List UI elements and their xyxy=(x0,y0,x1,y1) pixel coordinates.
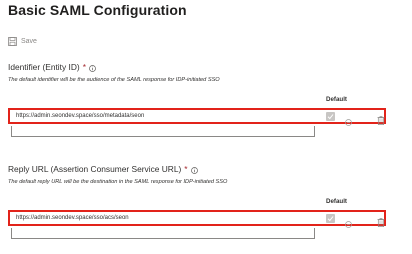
identifier-label-text: Identifier (Entity ID) xyxy=(8,62,80,72)
save-button[interactable]: Save xyxy=(8,37,37,46)
reply-url-label-text: Reply URL (Assertion Consumer Service UR… xyxy=(8,164,182,174)
identifier-default-checkbox[interactable] xyxy=(326,112,335,121)
reply-url-new-input[interactable] xyxy=(11,228,315,239)
identifier-description: The default identifier will be the audie… xyxy=(8,77,220,83)
reply-url-input[interactable]: https://admin.seondev.space/sso/acs/seon xyxy=(12,213,328,223)
identifier-label: Identifier (Entity ID) * xyxy=(8,62,96,72)
trash-icon[interactable] xyxy=(377,214,385,232)
reply-url-default-checkbox[interactable] xyxy=(326,214,335,223)
info-icon[interactable] xyxy=(345,113,352,131)
save-icon xyxy=(8,37,17,46)
identifier-row: https://admin.seondev.space/sso/metadata… xyxy=(8,108,386,126)
identifier-new-input[interactable] xyxy=(11,126,315,137)
check-icon xyxy=(327,114,334,120)
save-label: Save xyxy=(21,38,37,45)
identifier-url-input[interactable]: https://admin.seondev.space/sso/metadata… xyxy=(12,111,328,121)
info-icon[interactable] xyxy=(190,166,198,174)
trash-icon[interactable] xyxy=(377,112,385,130)
reply-url-description: The default reply URL will be the destin… xyxy=(8,179,228,185)
info-icon[interactable] xyxy=(345,215,352,233)
reply-url-row: https://admin.seondev.space/sso/acs/seon xyxy=(8,210,386,228)
reply-url-label: Reply URL (Assertion Consumer Service UR… xyxy=(8,164,198,174)
required-marker: * xyxy=(82,62,86,72)
identifier-default-header: Default xyxy=(326,96,347,103)
page-title: Basic SAML Configuration xyxy=(8,2,187,18)
required-marker: * xyxy=(184,164,188,174)
check-icon xyxy=(327,216,334,222)
info-icon[interactable] xyxy=(89,64,96,72)
reply-url-default-header: Default xyxy=(326,198,347,205)
